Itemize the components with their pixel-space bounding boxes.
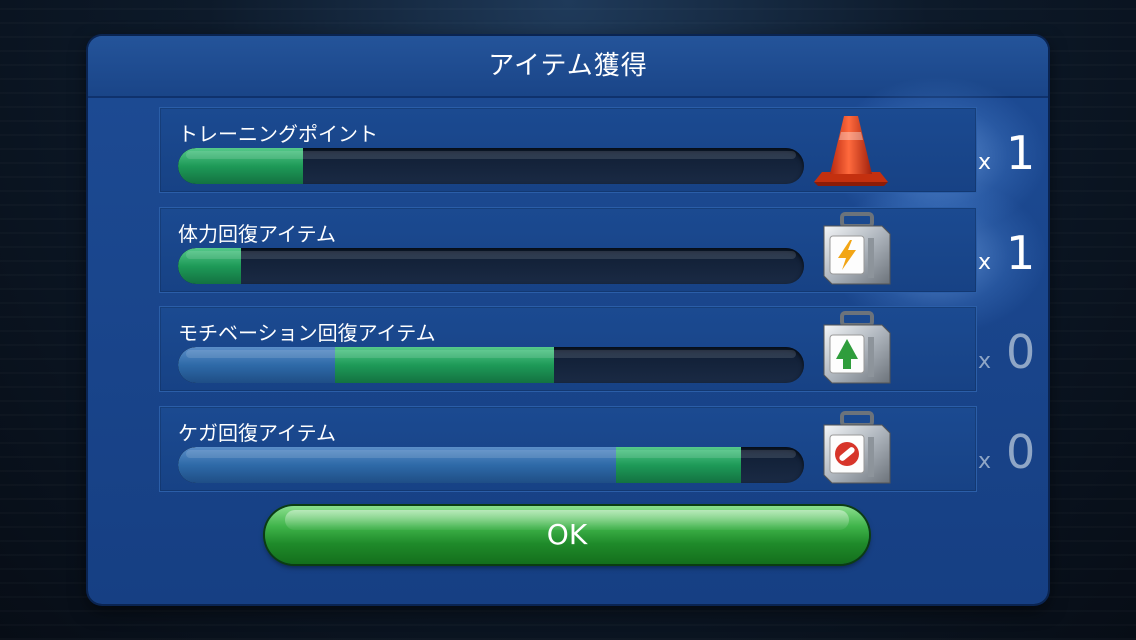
item-count: 1 xyxy=(1006,126,1036,180)
progress-gauge xyxy=(178,447,804,483)
item-label: ケガ回復アイテム xyxy=(178,421,336,445)
item-row-motivation-recovery: モチベーション回復アイテム x 0 xyxy=(159,306,1035,392)
gauge-shine xyxy=(186,350,796,358)
stamina-kit-icon xyxy=(823,212,891,285)
item-row-stamina-recovery: 体力回復アイテム x 1 xyxy=(159,207,1035,293)
multiplier-symbol: x xyxy=(978,349,992,374)
item-count: 1 xyxy=(1006,226,1036,280)
item-row-training-points: トレーニングポイント x 1 xyxy=(159,107,1035,193)
ok-button-label: OK xyxy=(546,518,588,551)
item-label: モチベーション回復アイテム xyxy=(178,321,436,345)
ok-button[interactable]: OK xyxy=(265,506,869,564)
item-count: 0 xyxy=(1006,325,1036,379)
training-cone-icon xyxy=(814,116,888,186)
multiplier-symbol: x xyxy=(978,449,992,474)
multiplier-symbol: x xyxy=(978,150,992,175)
item-label: 体力回復アイテム xyxy=(178,222,336,246)
dialog-header: アイテム獲得 xyxy=(88,36,1048,98)
item-row-injury-recovery: ケガ回復アイテム x 0 xyxy=(159,406,1035,492)
item-label: トレーニングポイント xyxy=(178,122,378,146)
gauge-shine xyxy=(186,151,796,159)
gauge-shine xyxy=(186,450,796,458)
progress-gauge xyxy=(178,347,804,383)
gauge-shine xyxy=(186,251,796,259)
item-count: 0 xyxy=(1006,425,1036,479)
injury-kit-icon xyxy=(823,411,891,484)
multiplier-symbol: x xyxy=(978,250,992,275)
motivation-kit-icon xyxy=(823,311,891,384)
progress-gauge xyxy=(178,148,804,184)
progress-gauge xyxy=(178,248,804,284)
item-acquired-dialog: アイテム獲得 トレーニングポイント x 1 体力回復アイテム x 1 モチベーシ… xyxy=(88,36,1048,604)
dialog-title: アイテム獲得 xyxy=(488,51,648,81)
